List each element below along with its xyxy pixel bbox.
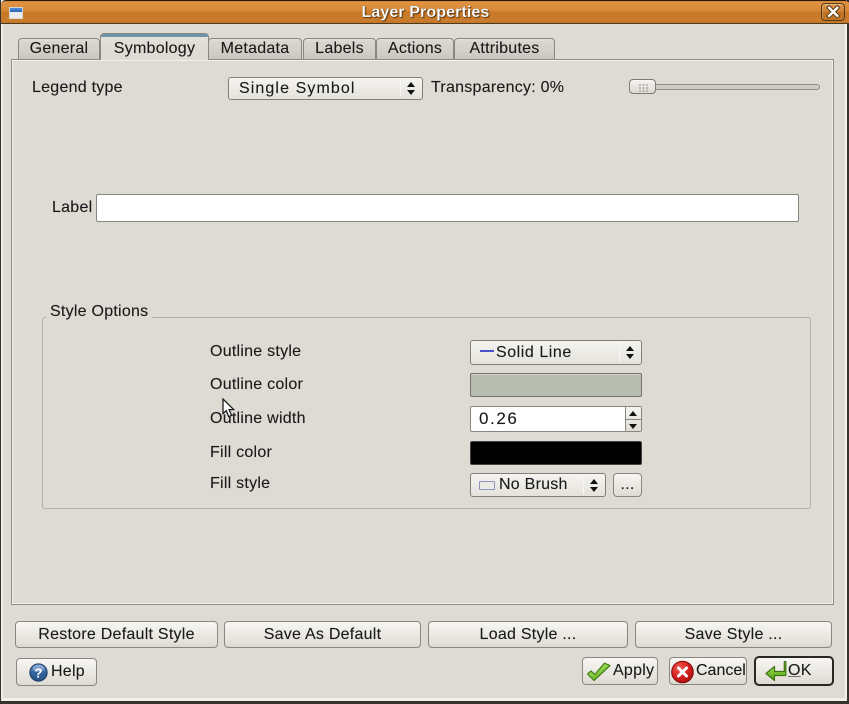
svg-text:?: ? (34, 665, 42, 680)
